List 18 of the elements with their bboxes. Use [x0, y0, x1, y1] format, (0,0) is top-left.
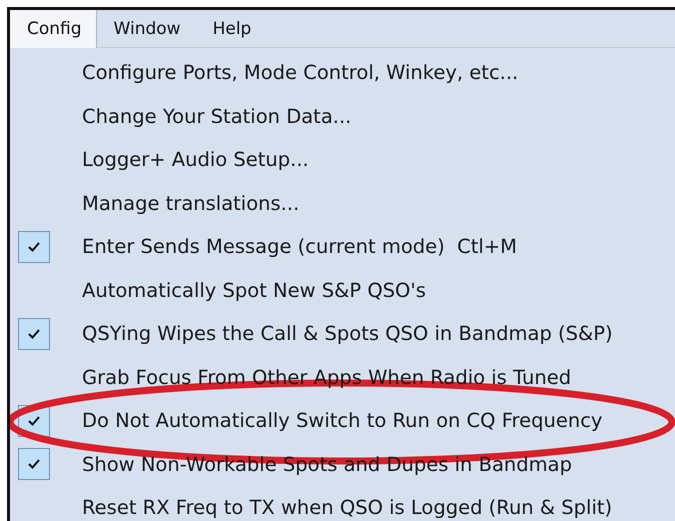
- menu-item[interactable]: Change Your Station Data...: [82, 104, 352, 128]
- menu-item[interactable]: Configure Ports, Mode Control, Winkey, etc...: [82, 61, 518, 84]
- check-icon: [27, 240, 41, 253]
- menu-tab[interactable]: Config: [10, 10, 97, 48]
- menu-item[interactable]: Automatically Spot New S&P QSO's: [82, 278, 426, 302]
- check-icon: [27, 414, 41, 427]
- check-icon: [27, 458, 41, 470]
- checkbox[interactable]: [18, 230, 50, 263]
- checkbox[interactable]: [18, 448, 50, 480]
- menu-item[interactable]: Reset RX Freq to TX when QSO is Logged (Run & Split): [82, 496, 612, 520]
- menu-item[interactable]: Enter Sends Message (current mode) Ctl+M: [82, 235, 517, 258]
- check-icon: [27, 328, 41, 340]
- menu-tab[interactable]: Window: [96, 10, 196, 47]
- menu-item[interactable]: QSYing Wipes the Call & Spots QSO in Bandmap (S&P): [82, 322, 613, 346]
- checkbox[interactable]: [18, 318, 50, 350]
- menu-item[interactable]: Logger+ Audio Setup...: [82, 148, 309, 172]
- menu-tab[interactable]: Help: [196, 10, 266, 47]
- menu-item[interactable]: Manage translations...: [82, 192, 300, 215]
